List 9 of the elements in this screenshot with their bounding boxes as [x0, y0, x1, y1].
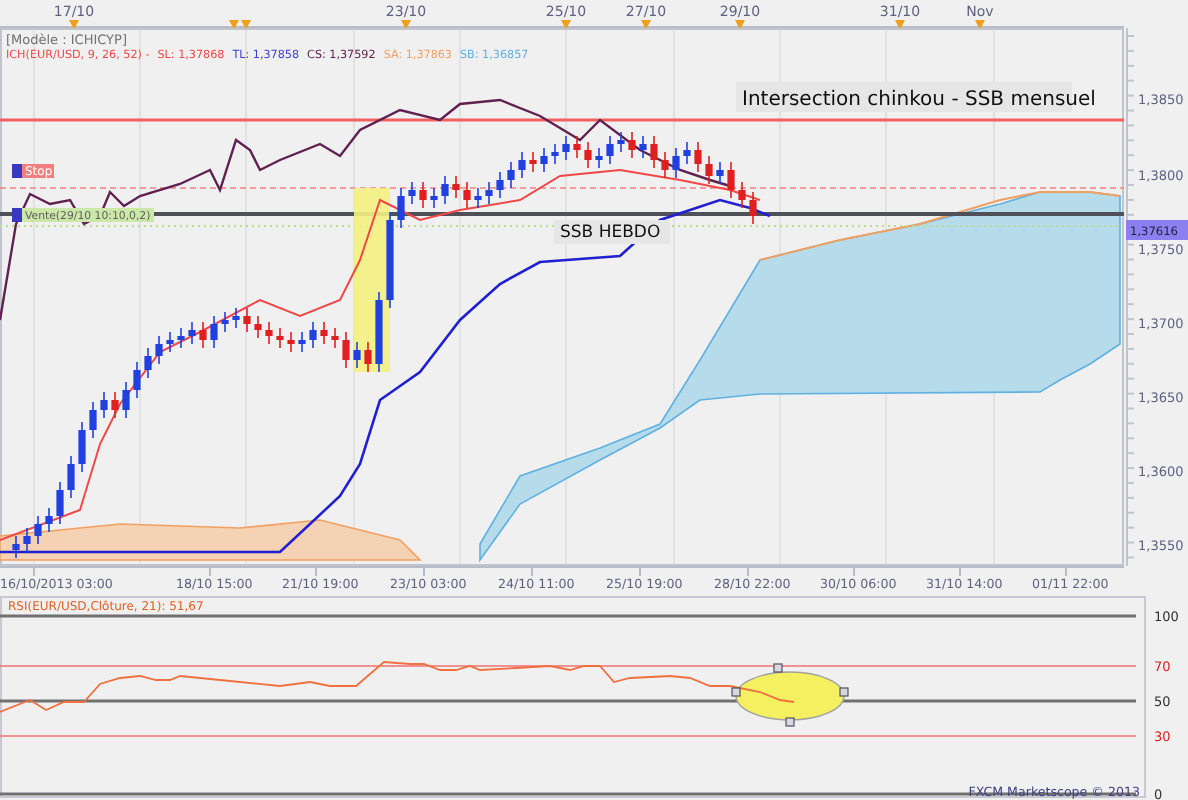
order-handle[interactable]	[12, 208, 22, 222]
highlight-ellipse[interactable]	[735, 671, 845, 721]
chart-annotation[interactable]: SSB HEBDO	[560, 223, 661, 243]
resize-handle[interactable]	[839, 687, 849, 697]
resize-handle[interactable]	[785, 717, 795, 727]
resize-handle[interactable]	[773, 663, 783, 673]
order-handle[interactable]	[12, 164, 22, 178]
chart-annotation[interactable]: Intersection chinkou - SSB mensuel	[742, 89, 1096, 111]
resize-handle[interactable]	[731, 687, 741, 697]
